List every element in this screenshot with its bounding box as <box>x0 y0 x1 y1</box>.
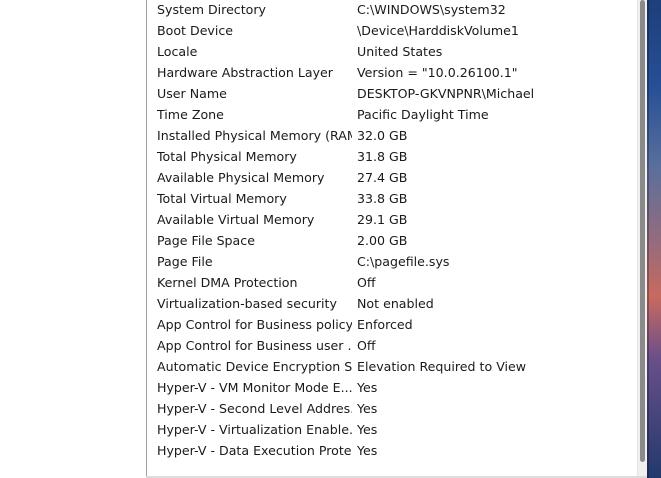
item-name: Total Virtual Memory <box>157 191 287 206</box>
item-name: App Control for Business policy <box>157 317 352 332</box>
item-name: Available Physical Memory <box>157 170 325 185</box>
list-row[interactable]: Available Physical Memory 27.4 GB <box>147 168 637 189</box>
window-shadow <box>647 0 649 478</box>
list-rows: System Directory C:\WINDOWS\system32 Boot… <box>147 0 637 462</box>
item-name: Time Zone <box>157 107 224 122</box>
system-summary-list[interactable]: System Directory C:\WINDOWS\system32 Boot… <box>146 0 637 478</box>
item-value: C:\pagefile.sys <box>357 254 450 269</box>
item-value: \Device\HarddiskVolume1 <box>357 23 519 38</box>
item-name: Boot Device <box>157 23 234 38</box>
item-name: Hyper-V - Data Execution Prote... <box>157 443 352 458</box>
item-name: Automatic Device Encryption Su... <box>157 359 352 374</box>
item-name: App Control for Business user ... <box>157 338 352 353</box>
item-name: Page File Space <box>157 233 255 248</box>
item-value: Elevation Required to View <box>357 359 527 374</box>
item-name: Hyper-V - Virtualization Enable... <box>157 422 352 437</box>
list-row[interactable]: Installed Physical Memory (RAM) 32.0 GB <box>147 126 637 147</box>
list-row[interactable]: Hyper-V - Data Execution Prote... Yes <box>147 441 637 462</box>
list-row[interactable]: Total Physical Memory 31.8 GB <box>147 147 637 168</box>
item-value: DESKTOP-GKVNPNR\Michael <box>357 86 535 101</box>
item-value: 27.4 GB <box>357 170 408 185</box>
list-row[interactable]: Virtualization-based security Not enabled <box>147 294 637 315</box>
item-value: United States <box>357 44 443 59</box>
list-row[interactable]: Total Virtual Memory 33.8 GB <box>147 189 637 210</box>
list-row[interactable]: Hyper-V - VM Monitor Mode E... Yes <box>147 378 637 399</box>
item-name: User Name <box>157 86 227 101</box>
item-name: Page File <box>157 254 213 269</box>
item-value: Yes <box>357 401 378 416</box>
item-value: 2.00 GB <box>357 233 408 248</box>
list-row[interactable]: Boot Device \Device\HarddiskVolume1 <box>147 21 637 42</box>
item-name: Hardware Abstraction Layer <box>157 65 333 80</box>
item-value: 32.0 GB <box>357 128 408 143</box>
list-row[interactable]: Hyper-V - Virtualization Enable... Yes <box>147 420 637 441</box>
item-value: Yes <box>357 422 378 437</box>
item-value: C:\WINDOWS\system32 <box>357 2 506 17</box>
item-value: 29.1 GB <box>357 212 408 227</box>
list-row[interactable]: Page File C:\pagefile.sys <box>147 252 637 273</box>
item-name: Hyper-V - Second Level Addres... <box>157 401 352 416</box>
item-value: Yes <box>357 443 378 458</box>
list-row[interactable]: App Control for Business user ... Off <box>147 336 637 357</box>
list-row[interactable]: Time Zone Pacific Daylight Time <box>147 105 637 126</box>
list-row[interactable]: App Control for Business policy Enforced <box>147 315 637 336</box>
list-row[interactable]: Page File Space 2.00 GB <box>147 231 637 252</box>
item-name: Installed Physical Memory (RAM) <box>157 128 352 143</box>
item-value: Not enabled <box>357 296 434 311</box>
item-value: 33.8 GB <box>357 191 408 206</box>
list-row[interactable]: User Name DESKTOP-GKVNPNR\Michael <box>147 84 637 105</box>
list-row[interactable]: Hardware Abstraction Layer Version = "10.… <box>147 63 637 84</box>
vertical-scrollbar[interactable] <box>637 0 647 478</box>
item-value: 31.8 GB <box>357 149 408 164</box>
item-name: Virtualization-based security <box>157 296 337 311</box>
list-row[interactable]: Automatic Device Encryption Su... Elevati… <box>147 357 637 378</box>
item-value: Pacific Daylight Time <box>357 107 489 122</box>
item-name: Hyper-V - VM Monitor Mode E... <box>157 380 352 395</box>
list-row[interactable]: System Directory C:\WINDOWS\system32 <box>147 0 637 21</box>
item-name: System Directory <box>157 2 267 17</box>
item-value: Off <box>357 275 376 290</box>
item-name: Available Virtual Memory <box>157 212 315 227</box>
item-value: Yes <box>357 380 378 395</box>
item-name: Kernel DMA Protection <box>157 275 298 290</box>
desktop-wallpaper <box>647 0 661 478</box>
scrollbar-thumb[interactable] <box>640 0 645 462</box>
item-value: Version = "10.0.26100.1" <box>357 65 518 80</box>
item-name: Total Physical Memory <box>157 149 297 164</box>
item-value: Enforced <box>357 317 413 332</box>
item-value: Off <box>357 338 376 353</box>
list-row[interactable]: Hyper-V - Second Level Addres... Yes <box>147 399 637 420</box>
category-pane <box>0 0 146 478</box>
item-name: Locale <box>157 44 198 59</box>
list-row[interactable]: Available Virtual Memory 29.1 GB <box>147 210 637 231</box>
list-row[interactable]: Locale United States <box>147 42 637 63</box>
list-row[interactable]: Kernel DMA Protection Off <box>147 273 637 294</box>
